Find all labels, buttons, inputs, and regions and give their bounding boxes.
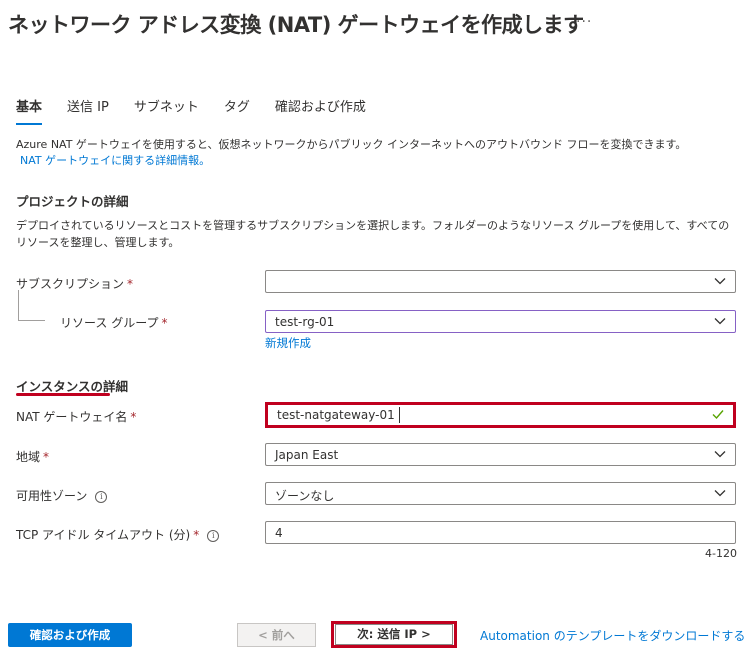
project-details-description: デプロイされているリソースとコストを管理するサブスクリプションを選択します。フォ… xyxy=(16,219,730,249)
required-mark: * xyxy=(130,410,137,424)
info-icon[interactable]: i xyxy=(95,491,108,503)
review-create-button[interactable]: 確認および作成 xyxy=(8,623,132,647)
text-cursor xyxy=(399,407,400,423)
tab-subnet[interactable]: サブネット xyxy=(134,96,199,125)
chevron-down-icon xyxy=(714,451,726,458)
tab-outbound-ip[interactable]: 送信 IP xyxy=(67,96,109,125)
info-icon[interactable]: i xyxy=(207,530,220,542)
download-template-link[interactable]: Automation のテンプレートをダウンロードする xyxy=(480,627,745,644)
tab-bar: 基本 送信 IP サブネット タグ 確認および作成 xyxy=(16,96,391,125)
nat-gateway-name-input[interactable]: test-natgateway-01 xyxy=(265,402,736,428)
subscription-label: サブスクリプション * xyxy=(16,277,134,291)
learn-more-link[interactable]: NAT ゲートウェイに関する詳細情報。 xyxy=(20,154,210,167)
page-title: ネットワーク アドレス変換 (NAT) ゲートウェイを作成します xyxy=(8,13,584,37)
region-dropdown[interactable]: Japan East xyxy=(265,443,736,466)
next-outbound-ip-button[interactable]: 次: 送信 IP > xyxy=(335,624,453,645)
tab-tags[interactable]: タグ xyxy=(224,96,250,125)
tab-basics[interactable]: 基本 xyxy=(16,96,43,125)
required-mark: * xyxy=(161,316,168,330)
tcp-idle-timeout-label: TCP アイドル タイムアウト (分) * i xyxy=(16,526,220,543)
timeout-range-hint: 4-120 xyxy=(705,547,737,560)
intro-description: Azure NAT ゲートウェイを使用すると、仮想ネットワークからパブリック イ… xyxy=(16,137,686,169)
resource-group-dropdown[interactable]: test-rg-01 xyxy=(265,310,736,333)
previous-button[interactable]: < 前へ xyxy=(237,623,316,647)
required-mark: * xyxy=(193,528,200,542)
chevron-down-icon xyxy=(714,490,726,497)
resource-group-label: リソース グループ * xyxy=(60,316,168,330)
availability-zone-label: 可用性ゾーン i xyxy=(16,487,108,504)
required-mark: * xyxy=(127,277,134,291)
tree-connector xyxy=(18,290,19,320)
tab-review-create[interactable]: 確認および作成 xyxy=(275,96,366,125)
availability-zone-dropdown[interactable]: ゾーンなし xyxy=(265,482,736,505)
create-new-link[interactable]: 新規作成 xyxy=(265,335,311,351)
subscription-dropdown[interactable] xyxy=(265,270,736,293)
intro-text: Azure NAT ゲートウェイを使用すると、仮想ネットワークからパブリック イ… xyxy=(16,138,687,151)
tcp-idle-timeout-input[interactable]: 4 xyxy=(265,521,736,544)
checkmark-icon xyxy=(712,410,724,420)
chevron-down-icon xyxy=(714,318,726,325)
more-options-icon[interactable]: ··· xyxy=(576,14,592,30)
heading-underline xyxy=(16,393,110,396)
tree-connector xyxy=(18,320,45,321)
nat-gateway-name-label: NAT ゲートウェイ名 * xyxy=(16,410,137,424)
chevron-down-icon xyxy=(714,278,726,285)
region-label: 地域 * xyxy=(16,450,50,464)
project-details-heading: プロジェクトの詳細 xyxy=(16,194,129,209)
required-mark: * xyxy=(43,450,50,464)
